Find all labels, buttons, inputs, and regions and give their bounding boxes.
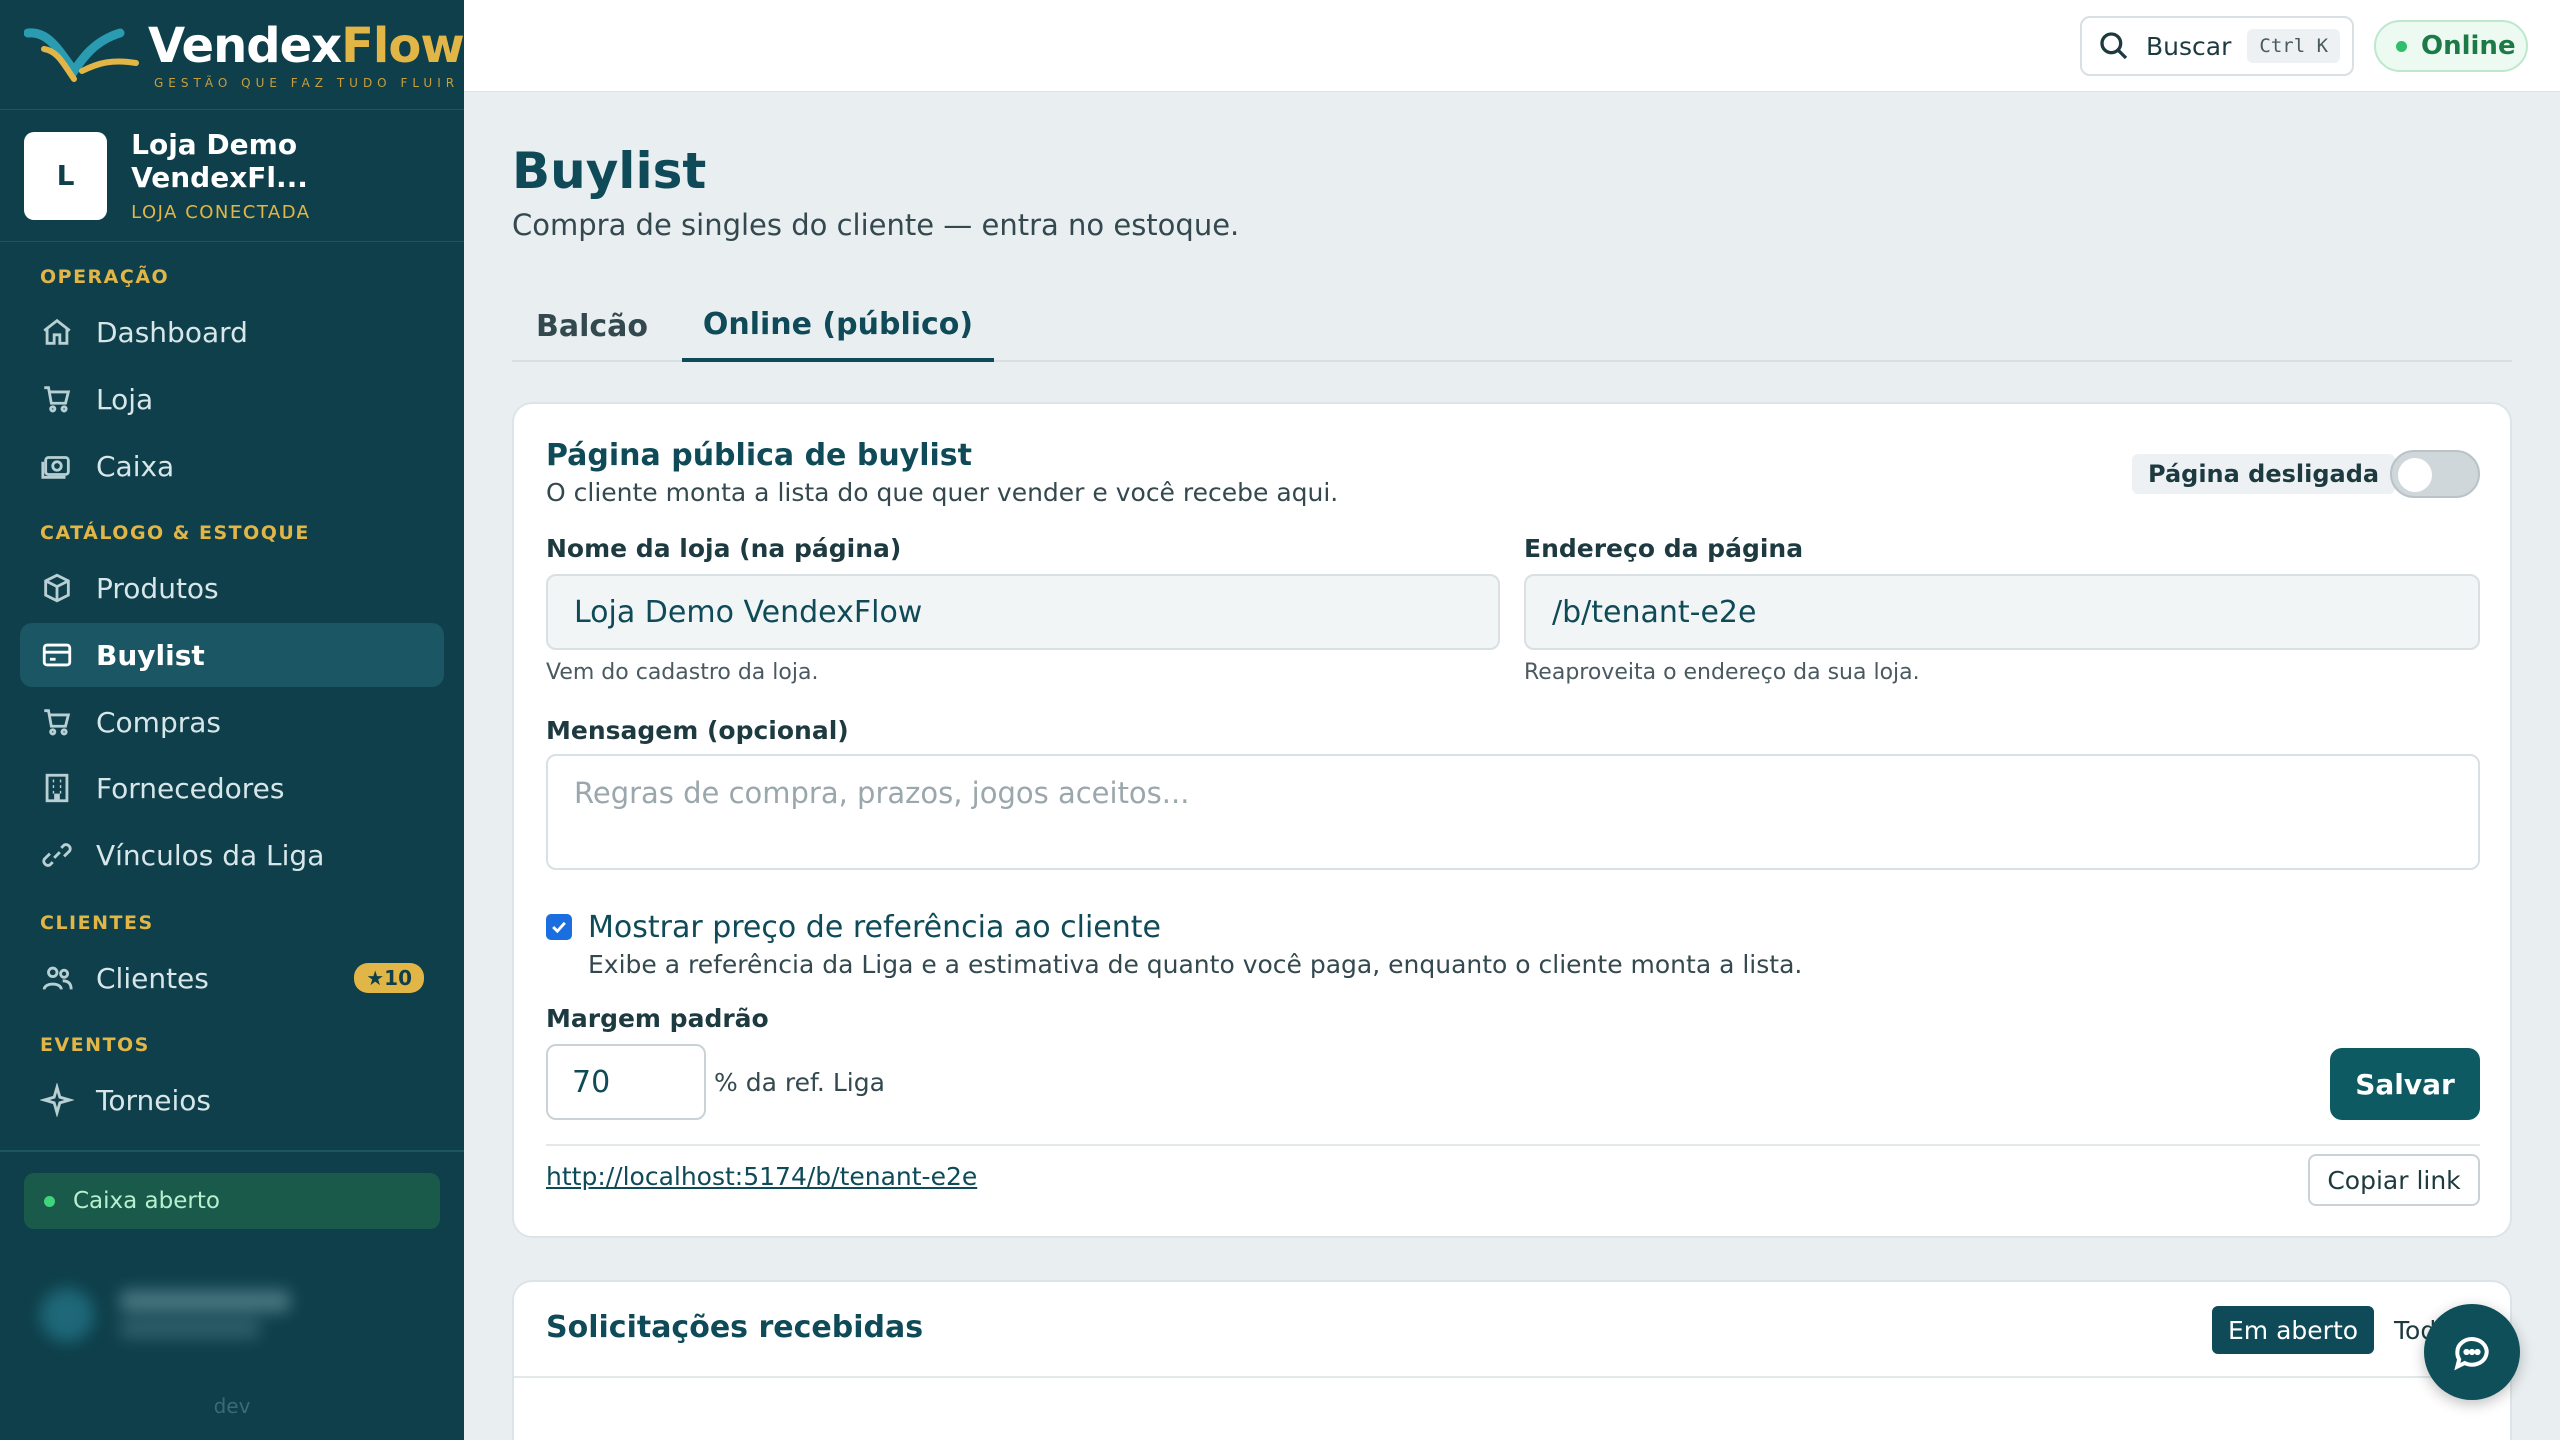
public-link[interactable]: http://localhost:5174/b/tenant-e2e	[546, 1162, 977, 1191]
box-icon	[44, 573, 70, 603]
card-description: O cliente monta a lista do que quer vend…	[546, 478, 1339, 507]
page-subtitle: Compra de singles do cliente — entra no …	[512, 208, 1240, 242]
sidebar-item-torneios[interactable]: Torneios	[20, 1068, 444, 1132]
address-label: Endereço da página	[1524, 534, 1804, 563]
store-name: Loja Demo VendexFl...	[131, 128, 308, 194]
chat-button[interactable]	[2424, 1304, 2520, 1400]
store-name-input[interactable]: Loja Demo VendexFlow	[546, 574, 1500, 650]
sidebar-item-label: Caixa	[96, 449, 175, 483]
cash-icon	[41, 456, 70, 479]
avatar	[40, 1288, 94, 1342]
brand-tagline: GESTÃO QUE FAZ TUDO FLUIR	[154, 75, 460, 90]
sidebar-item-label: Torneios	[96, 1083, 211, 1117]
filter-open-button[interactable]: Em aberto	[2212, 1306, 2375, 1354]
cart-icon	[44, 386, 71, 413]
card-icon	[42, 643, 72, 667]
search-icon	[2100, 32, 2128, 60]
search-shortcut: Ctrl K	[2247, 29, 2341, 63]
card-divider	[546, 1144, 2480, 1146]
requests-card: Solicitações recebidas Em aberto Tod	[512, 1280, 2512, 1440]
copy-link-button[interactable]: Copiar link	[2308, 1154, 2480, 1206]
home-icon	[43, 318, 71, 345]
cart-icon	[44, 709, 71, 736]
sidebar-divider	[0, 1150, 464, 1152]
message-textarea[interactable]: Regras de compra, prazos, jogos aceitos.…	[546, 754, 2480, 870]
sidebar-item-caixa[interactable]: Caixa	[20, 434, 444, 498]
page-status-badge: Página desligada	[2132, 454, 2396, 494]
address-hint: Reaproveita o endereço da sua loja.	[1524, 660, 1920, 685]
sidebar-item-label: Vínculos da Liga	[96, 838, 325, 872]
sidebar: VendexFlow GESTÃO QUE FAZ TUDO FLUIR L L…	[0, 0, 465, 1440]
search-label: Buscar	[2146, 31, 2232, 61]
margin-label: Margem padrão	[546, 1004, 769, 1033]
brand[interactable]: VendexFlow GESTÃO QUE FAZ TUDO FLUIR	[0, 0, 465, 110]
show-price-description: Exibe a referência da Liga e a estimativ…	[588, 950, 1803, 979]
sparkle-icon	[40, 1083, 74, 1117]
card-title: Página pública de buylist	[546, 438, 972, 473]
sidebar-item-label: Clientes	[96, 961, 209, 995]
store-switcher[interactable]: L Loja Demo VendexFl... LOJA CONECTADA	[0, 110, 464, 242]
topbar: Buscar Ctrl K Online	[464, 0, 2560, 92]
message-label: Mensagem (opcional)	[546, 716, 849, 745]
cash-status-badge[interactable]: Caixa aberto	[24, 1173, 440, 1229]
store-name-label: Nome da loja (na página)	[546, 534, 902, 563]
nav-section-operacao: OPERAÇÃO	[40, 266, 170, 288]
nav-section-eventos: EVENTOS	[40, 1034, 150, 1056]
chat-icon	[2454, 1337, 2489, 1371]
save-button[interactable]: Salvar	[2330, 1048, 2480, 1120]
building-icon	[45, 773, 69, 803]
online-status-badge: Online	[2374, 20, 2528, 72]
sidebar-item-compras[interactable]: Compras	[20, 690, 444, 754]
requests-title: Solicitações recebidas	[546, 1310, 924, 1345]
sidebar-item-fornecedores[interactable]: Fornecedores	[20, 756, 444, 820]
address-input[interactable]: /b/tenant-e2e	[1524, 574, 2480, 650]
check-icon	[552, 921, 566, 934]
sidebar-item-loja[interactable]: Loja	[20, 367, 444, 431]
margin-suffix: % da ref. Liga	[714, 1068, 885, 1097]
sidebar-item-clientes[interactable]: Clientes ★10	[20, 946, 444, 1010]
show-price-label[interactable]: Mostrar preço de referência ao cliente	[588, 910, 1161, 945]
public-page-card: Página pública de buylist O cliente mont…	[512, 402, 2512, 1238]
user-profile[interactable]	[30, 1280, 410, 1350]
store-status: LOJA CONECTADA	[131, 202, 311, 223]
store-avatar: L	[24, 131, 108, 220]
tab-balcao[interactable]: Balcão	[512, 290, 672, 362]
card-divider	[514, 1376, 2510, 1378]
status-dot	[44, 1195, 55, 1207]
status-dot	[2396, 40, 2407, 52]
cash-status-label: Caixa aberto	[73, 1188, 220, 1214]
public-page-toggle[interactable]	[2390, 450, 2480, 498]
env-label: dev	[213, 1394, 251, 1418]
sidebar-item-produtos[interactable]: Produtos	[20, 556, 444, 620]
search-button[interactable]: Buscar Ctrl K	[2080, 16, 2354, 76]
sidebar-item-label: Fornecedores	[96, 771, 285, 805]
brand-logo-icon	[24, 27, 139, 82]
tab-online-publico[interactable]: Online (público)	[682, 290, 994, 362]
clientes-badge: ★10	[354, 963, 424, 993]
sidebar-item-label: Produtos	[96, 571, 219, 605]
page-title: Buylist	[512, 142, 707, 200]
sidebar-item-label: Buylist	[96, 638, 205, 672]
sidebar-item-buylist[interactable]: Buylist	[20, 623, 444, 687]
toggle-knob	[2398, 458, 2432, 492]
nav-section-catalogo: CATÁLOGO & ESTOQUE	[40, 522, 310, 544]
show-price-checkbox[interactable]	[546, 914, 572, 940]
nav-section-clientes: CLIENTES	[40, 912, 154, 934]
sidebar-item-label: Loja	[96, 382, 154, 416]
tabs: Balcão Online (público)	[512, 290, 2512, 362]
sidebar-item-label: Compras	[96, 705, 221, 739]
brand-name: VendexFlow	[148, 17, 465, 74]
users-icon	[42, 966, 73, 990]
margin-input[interactable]: 70	[546, 1044, 706, 1120]
store-name-hint: Vem do cadastro da loja.	[546, 660, 819, 685]
sidebar-item-label: Dashboard	[96, 315, 248, 349]
sidebar-item-vinculos-liga[interactable]: Vínculos da Liga	[20, 823, 444, 887]
sidebar-item-dashboard[interactable]: Dashboard	[20, 300, 444, 364]
link-icon	[42, 843, 72, 867]
